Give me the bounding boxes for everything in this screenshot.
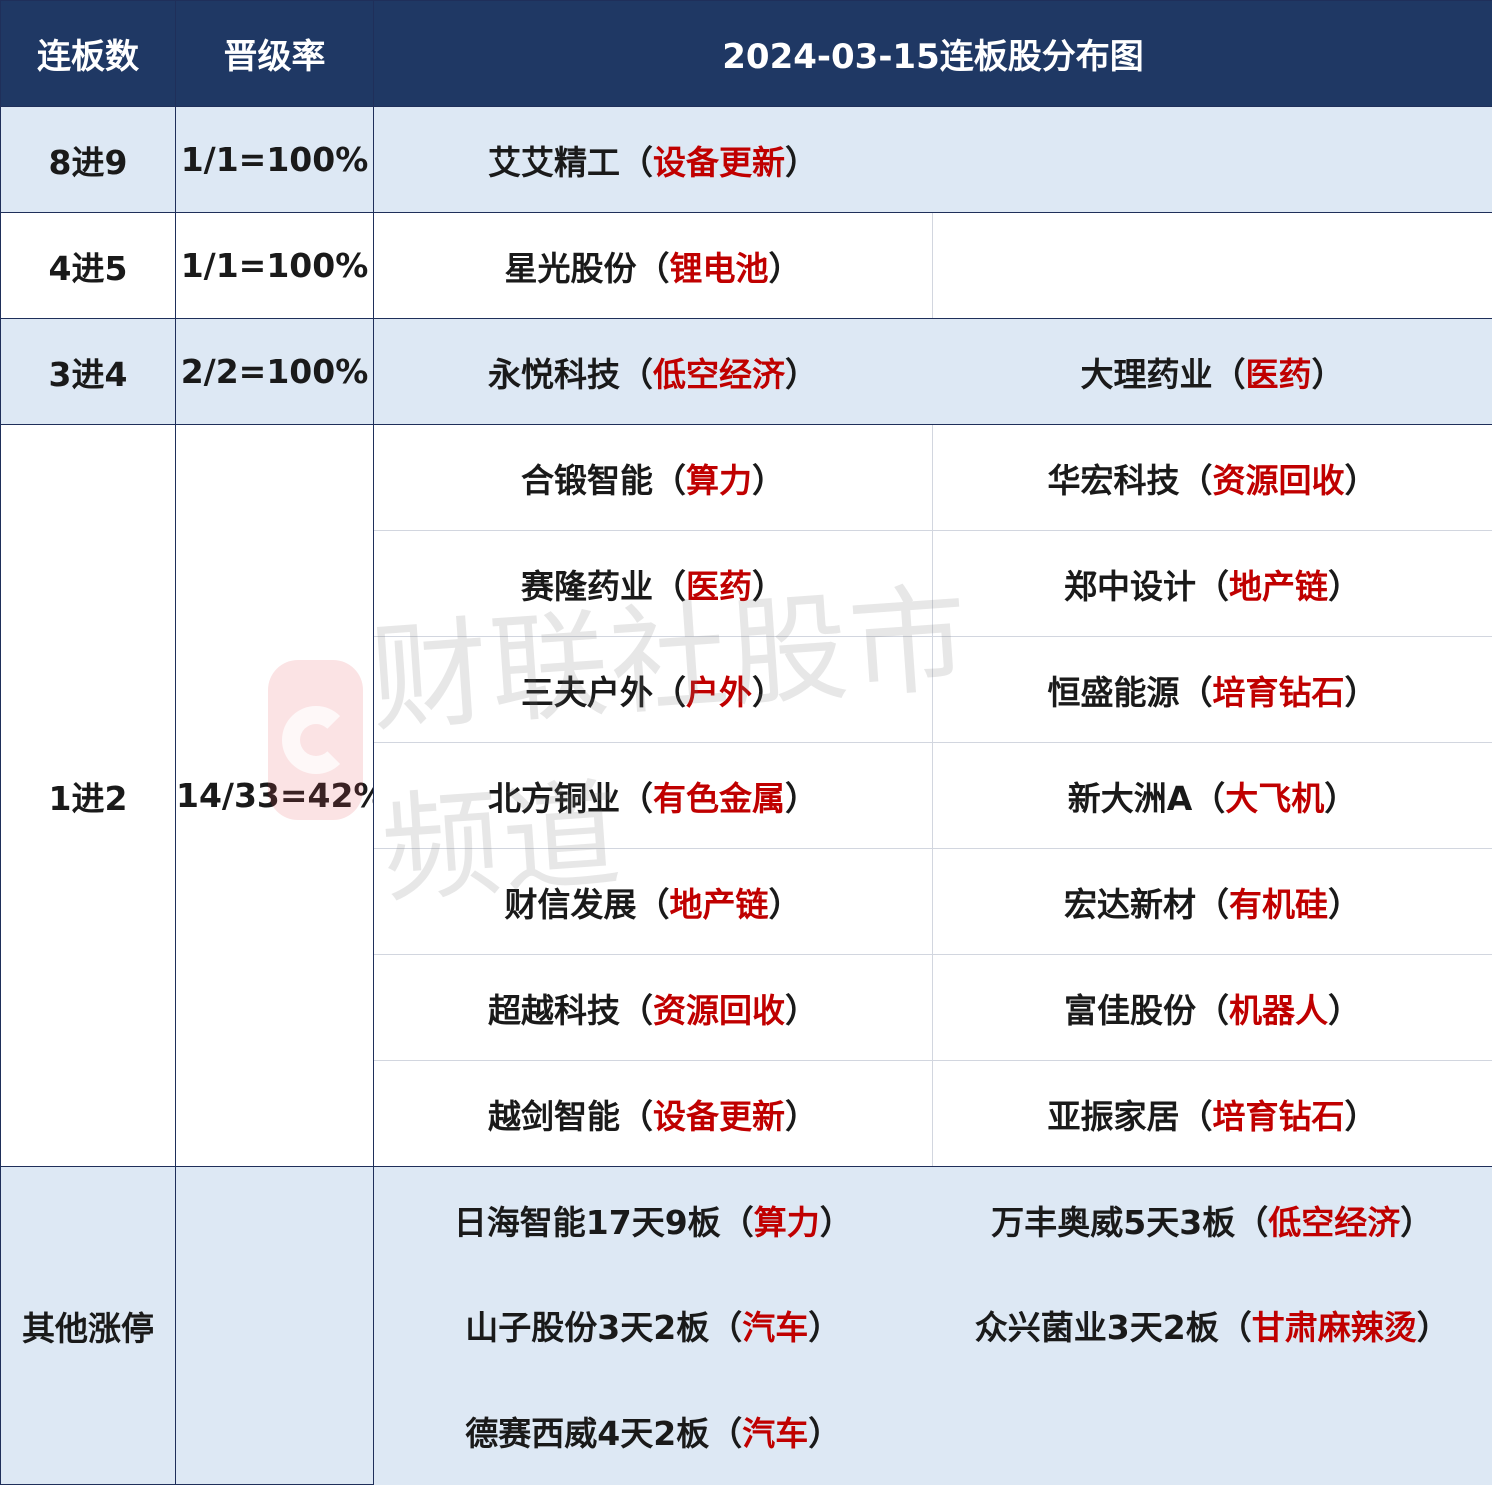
streak-label: 3进4 (0, 318, 176, 426)
stock-cell: 众兴菌业3天2板（甘肃麻辣烫） (932, 1272, 1492, 1378)
stock-cell: 合锻智能（算力） (373, 424, 933, 532)
stock-cell: 永悦科技（低空经济） (373, 318, 933, 426)
stock-name: 北方铜业 (488, 778, 620, 818)
stock-name: 宏达新材 (1064, 884, 1196, 924)
empty-cell (931, 212, 1492, 320)
stock-cell: 郑中设计（地产链） (931, 530, 1492, 638)
sector-tag: 低空经济 (653, 354, 785, 394)
row-3to4: 3进4 2/2=100% 永悦科技（低空经济） 大理药业（医药） (0, 318, 1492, 426)
stock-cell: 新大洲A（大飞机） (931, 742, 1492, 850)
sector-tag: 医药 (686, 566, 752, 606)
sector-tag: 算力 (686, 460, 752, 500)
stock-cell: 亚振家居（培育钻石） (931, 1060, 1492, 1168)
stock-name: 新大洲A (1067, 778, 1193, 818)
promotion-rate: 2/2=100% (175, 318, 374, 426)
stock-name: 财信发展 (504, 884, 637, 924)
stock-cell: 财信发展（地产链） (373, 848, 933, 956)
promotion-rate (175, 1166, 374, 1485)
sector-tag: 有机硅 (1229, 884, 1328, 924)
row-4to5: 4进5 1/1=100% 星光股份（锂电池） (0, 212, 1492, 320)
stock-name: 赛隆药业 (521, 566, 653, 606)
header-title: 2024-03-15连板股分布图 (372, 0, 1492, 108)
promotion-rate: 1/1=100% (175, 212, 374, 320)
stock-cell: 华宏科技（资源回收） (931, 424, 1492, 532)
sector-tag: 锂电池 (669, 248, 769, 288)
stock-name: 山子股份3天2板 (465, 1307, 710, 1347)
header-streak-count: 连板数 (0, 0, 176, 108)
empty-cell (932, 1377, 1492, 1485)
stock-name: 艾艾精工 (488, 142, 620, 182)
stock-cell: 三夫户外（户外） (373, 636, 933, 744)
stock-name: 越剑智能 (488, 1096, 620, 1136)
promotion-rate: 14/33=42% (175, 424, 374, 1168)
stock-name: 超越科技 (488, 990, 620, 1030)
sector-tag: 设备更新 (653, 1096, 785, 1136)
stock-cell: 宏达新材（有机硅） (931, 848, 1492, 956)
sector-tag: 培育钻石 (1212, 1096, 1345, 1136)
row-8to9: 8进9 1/1=100% 艾艾精工（设备更新） (0, 106, 1492, 214)
sector-tag: 培育钻石 (1212, 672, 1345, 712)
stock-cell: 日海智能17天9板（算力） (373, 1166, 933, 1273)
stock-cell: 富佳股份（机器人） (931, 954, 1492, 1062)
sector-tag: 有色金属 (653, 778, 785, 818)
stock-name: 华宏科技 (1047, 460, 1180, 500)
sector-tag: 设备更新 (653, 142, 785, 182)
row-1to2: 1进2 14/33=42% 合锻智能（算力） 华宏科技（资源回收） (0, 424, 1492, 1168)
stock-name: 富佳股份 (1064, 990, 1196, 1030)
sector-tag: 低空经济 (1268, 1202, 1401, 1242)
stock-cell: 艾艾精工（设备更新） (373, 106, 933, 214)
streak-label: 8进9 (0, 106, 176, 214)
stock-cell: 恒盛能源（培育钻石） (931, 636, 1492, 744)
stock-name: 万丰奥威5天3板 (991, 1202, 1236, 1242)
row-other-limit-up: 其他涨停 日海智能17天9板（算力） 万丰奥威5天3板（低空经济） (0, 1166, 1492, 1485)
stock-name: 郑中设计 (1064, 566, 1196, 606)
stock-cell: 越剑智能（设备更新） (373, 1060, 933, 1168)
stock-name: 亚振家居 (1047, 1096, 1180, 1136)
header-row: 连板数 晋级率 2024-03-15连板股分布图 (0, 0, 1492, 108)
streak-label: 其他涨停 (0, 1166, 176, 1485)
stock-name: 三夫户外 (521, 672, 653, 712)
sector-tag: 算力 (753, 1202, 820, 1242)
stock-name: 星光股份 (504, 248, 637, 288)
sector-tag: 汽车 (742, 1413, 809, 1453)
sector-tag: 汽车 (742, 1307, 809, 1347)
stock-cell: 万丰奥威5天3板（低空经济） (932, 1166, 1492, 1273)
sector-tag: 地产链 (669, 884, 769, 924)
stock-cell: 北方铜业（有色金属） (373, 742, 933, 850)
stock-cell: 德赛西威4天2板（汽车） (373, 1377, 933, 1485)
stock-name: 永悦科技 (488, 354, 620, 394)
stock-name: 合锻智能 (521, 460, 653, 500)
sector-tag: 大飞机 (1225, 778, 1325, 818)
sector-tag: 户外 (686, 672, 752, 712)
streak-label: 1进2 (0, 424, 176, 1168)
stock-name: 日海智能17天9板 (453, 1202, 721, 1242)
stock-name: 大理药业 (1080, 354, 1213, 394)
stock-cell: 大理药业（医药） (931, 318, 1492, 426)
stock-name: 众兴菌业3天2板 (974, 1307, 1219, 1347)
sector-tag: 地产链 (1229, 566, 1328, 606)
stock-cell: 山子股份3天2板（汽车） (373, 1272, 933, 1378)
stock-cell: 星光股份（锂电池） (373, 212, 933, 320)
stock-cell: 超越科技（资源回收） (373, 954, 933, 1062)
header-promotion-rate: 晋级率 (175, 0, 374, 108)
empty-cell (931, 106, 1492, 214)
limit-up-board-table: 连板数 晋级率 2024-03-15连板股分布图 8进9 1/1=100% 艾艾… (0, 0, 1492, 1485)
sector-tag: 甘肃麻辣烫 (1251, 1307, 1417, 1347)
stock-name: 恒盛能源 (1047, 672, 1180, 712)
sector-tag: 机器人 (1229, 990, 1328, 1030)
sector-tag: 资源回收 (653, 990, 785, 1030)
sector-tag: 医药 (1245, 354, 1312, 394)
sector-tag: 资源回收 (1212, 460, 1345, 500)
streak-label: 4进5 (0, 212, 176, 320)
stock-cell: 赛隆药业（医药） (373, 530, 933, 638)
promotion-rate: 1/1=100% (175, 106, 374, 214)
stock-name: 德赛西威4天2板 (465, 1413, 710, 1453)
